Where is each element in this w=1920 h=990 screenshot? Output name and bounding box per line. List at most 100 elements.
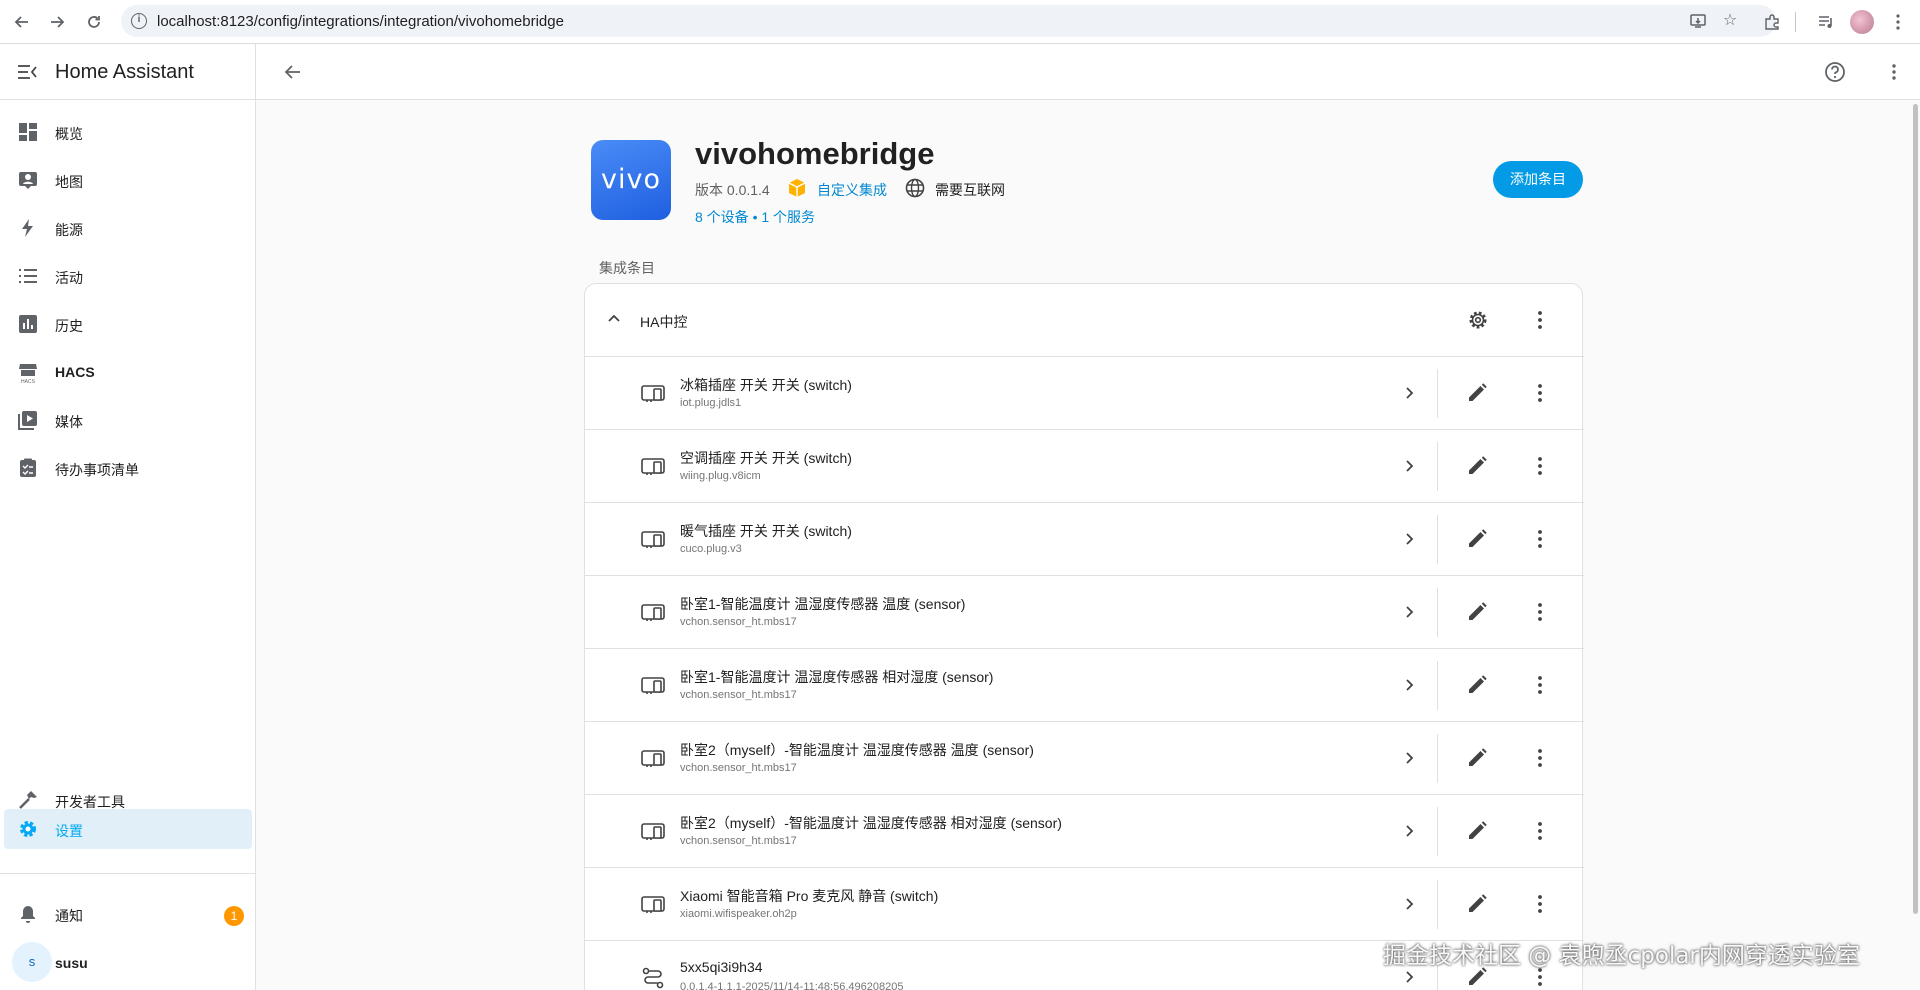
browser-menu-icon[interactable] <box>1884 8 1912 36</box>
device-name: 冰箱插座 开关 开关 (switch) <box>680 377 852 393</box>
address-bar[interactable]: i localhost:8123/config/integrations/int… <box>121 5 1776 37</box>
sidebar-item-logbook[interactable]: 活动 <box>4 256 252 296</box>
overflow-menu-icon[interactable] <box>1882 60 1906 84</box>
edit-pencil-icon[interactable] <box>1466 893 1488 915</box>
sidebar-item-overview[interactable]: 概览 <box>4 112 252 152</box>
chevron-right-icon[interactable] <box>1400 457 1418 475</box>
install-app-icon[interactable] <box>1689 12 1707 30</box>
lightning-icon <box>18 218 40 238</box>
section-title: 集成条目 <box>599 260 655 276</box>
watermark: 掘金技术社区 @ 袁煦丞cpolar内网穿透实验室 <box>1383 943 1860 969</box>
device-row[interactable]: 卧室1-智能温度计 温湿度传感器 温度 (sensor) vchon.sensor… <box>585 576 1584 649</box>
device-icon <box>641 602 665 622</box>
more-vert-icon[interactable] <box>1529 601 1551 623</box>
more-vert-icon[interactable] <box>1529 455 1551 477</box>
more-vert-icon[interactable] <box>1529 674 1551 696</box>
config-entry-header[interactable]: HA中控 <box>585 284 1584 357</box>
device-icon <box>641 821 665 841</box>
sidebar-item-hacs[interactable]: HACS HACS <box>4 352 252 392</box>
chevron-up-icon[interactable] <box>605 310 623 328</box>
sidebar-item-user[interactable]: s susu <box>4 936 252 988</box>
sidebar-item-todo[interactable]: 待办事项清单 <box>4 448 252 488</box>
device-row[interactable]: 卧室2（myself）-智能温度计 温湿度传感器 相对湿度 (sensor) vc… <box>585 795 1584 868</box>
bell-icon <box>18 904 40 924</box>
browser-toolbar: i localhost:8123/config/integrations/int… <box>0 0 1920 44</box>
chevron-right-icon[interactable] <box>1400 968 1418 986</box>
device-name: 空调插座 开关 开关 (switch) <box>680 450 852 466</box>
sidebar-item-label: 概览 <box>55 126 83 142</box>
edit-pencil-icon[interactable] <box>1466 674 1488 696</box>
edit-pencil-icon[interactable] <box>1466 820 1488 842</box>
devices-services-link[interactable]: 8 个设备 • 1 个服务 <box>695 207 815 227</box>
more-vert-icon[interactable] <box>1529 747 1551 769</box>
row-divider <box>1437 880 1438 929</box>
device-row[interactable]: 冰箱插座 开关 开关 (switch) iot.plug.jdls1 <box>585 357 1584 430</box>
chevron-right-icon[interactable] <box>1400 676 1418 694</box>
edit-pencil-icon[interactable] <box>1466 747 1488 769</box>
device-row[interactable]: 卧室2（myself）-智能温度计 温湿度传感器 温度 (sensor) vcho… <box>585 722 1584 795</box>
add-entry-button[interactable]: 添加条目 <box>1493 161 1583 198</box>
sidebar-item-label: 历史 <box>55 318 83 334</box>
sidebar-item-label: HACS <box>55 364 95 380</box>
more-vert-icon[interactable] <box>1529 309 1551 331</box>
profile-avatar[interactable] <box>1850 10 1874 34</box>
forward-arrow-icon[interactable] <box>43 8 71 36</box>
back-arrow-icon[interactable] <box>8 8 36 36</box>
edit-pencil-icon[interactable] <box>1466 528 1488 550</box>
device-name: 卧室2（myself）-智能温度计 温湿度传感器 温度 (sensor) <box>680 742 1034 758</box>
toolbar-divider <box>1795 12 1796 32</box>
custom-integration-link[interactable]: 自定义集成 <box>817 180 887 200</box>
chevron-right-icon[interactable] <box>1400 530 1418 548</box>
map-icon <box>18 170 40 190</box>
back-arrow-icon[interactable] <box>281 60 305 84</box>
device-name: 卧室1-智能温度计 温湿度传感器 相对湿度 (sensor) <box>680 669 994 685</box>
chevron-right-icon[interactable] <box>1400 384 1418 402</box>
device-row[interactable]: 卧室1-智能温度计 温湿度传感器 相对湿度 (sensor) vchon.sens… <box>585 649 1584 722</box>
sidebar-item-media[interactable]: 媒体 <box>4 400 252 440</box>
chart-icon <box>18 314 40 334</box>
sidebar-divider <box>0 873 256 874</box>
extensions-icon[interactable] <box>1758 8 1786 36</box>
device-row[interactable]: Xiaomi 智能音箱 Pro 麦克风 静音 (switch) xiaomi.wi… <box>585 868 1584 941</box>
site-info-icon[interactable]: i <box>131 13 147 29</box>
edit-pencil-icon[interactable] <box>1466 455 1488 477</box>
more-vert-icon[interactable] <box>1529 382 1551 404</box>
chevron-right-icon[interactable] <box>1400 603 1418 621</box>
menu-collapse-icon[interactable] <box>16 62 38 82</box>
chevron-right-icon[interactable] <box>1400 749 1418 767</box>
gear-icon[interactable] <box>1467 309 1489 331</box>
globe-icon <box>905 178 925 198</box>
reload-icon[interactable] <box>80 8 108 36</box>
device-row[interactable]: 空调插座 开关 开关 (switch) wiing.plug.v8icm <box>585 430 1584 503</box>
sidebar-item-notifications[interactable]: 通知 1 <box>4 894 252 934</box>
device-icon <box>641 383 665 403</box>
chevron-right-icon[interactable] <box>1400 895 1418 913</box>
row-divider <box>1437 442 1438 491</box>
sidebar-header: Home Assistant <box>0 44 256 100</box>
sidebar-item-history[interactable]: 历史 <box>4 304 252 344</box>
bookmark-star-icon[interactable]: ☆ <box>1721 12 1739 30</box>
edit-pencil-icon[interactable] <box>1466 382 1488 404</box>
device-icon <box>641 748 665 768</box>
more-vert-icon[interactable] <box>1529 820 1551 842</box>
device-model: vchon.sensor_ht.mbs17 <box>680 616 797 628</box>
svg-text:HACS: HACS <box>21 379 36 384</box>
media-control-icon[interactable] <box>1812 8 1840 36</box>
scrollbar[interactable] <box>1913 104 1918 914</box>
edit-pencil-icon[interactable] <box>1466 601 1488 623</box>
requires-internet-label: 需要互联网 <box>935 182 1005 198</box>
more-vert-icon[interactable] <box>1529 528 1551 550</box>
sidebar-item-energy[interactable]: 能源 <box>4 208 252 248</box>
help-icon[interactable] <box>1823 60 1847 84</box>
sidebar-item-settings[interactable]: 设置 <box>4 809 252 849</box>
hacs-icon: HACS <box>18 362 40 384</box>
device-row[interactable]: 暖气插座 开关 开关 (switch) cuco.plug.v3 <box>585 503 1584 576</box>
chevron-right-icon[interactable] <box>1400 822 1418 840</box>
url-text[interactable]: localhost:8123/config/integrations/integ… <box>157 13 564 30</box>
more-vert-icon[interactable] <box>1529 893 1551 915</box>
row-divider <box>1437 515 1438 564</box>
sidebar-item-label: 设置 <box>55 823 83 839</box>
device-model: vchon.sensor_ht.mbs17 <box>680 835 797 847</box>
device-icon <box>641 675 665 695</box>
sidebar-item-map[interactable]: 地图 <box>4 160 252 200</box>
